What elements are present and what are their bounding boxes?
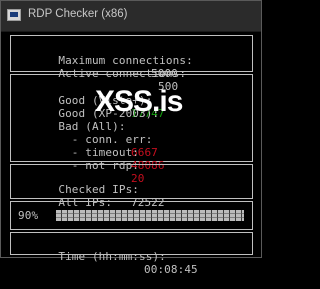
progress-bar <box>56 210 244 221</box>
title-bar[interactable]: RDP Checker (x86) <box>1 1 261 32</box>
progress-panel: 90% <box>10 201 253 230</box>
elapsed-time-value: 00:08:45 <box>144 263 198 276</box>
elapsed-time-row: Time (hh:mm:ss): 00:08:45 <box>18 237 197 289</box>
ip-stats-panel: Checked IPs: 72522 All IPs: 80053 <box>10 164 253 222</box>
xss-watermark: XSS.is <box>95 85 183 118</box>
connections-panel: Maximum connections: 5000 Active connect… <box>10 35 253 93</box>
window-title: RDP Checker (x86) <box>28 8 128 20</box>
progress-percent: 90% <box>18 209 39 222</box>
rdp-checker-window: RDP Checker (x86) Maximum connections: 5… <box>0 0 262 276</box>
time-panel: Time (hh:mm:ss): 00:08:45 <box>10 232 253 276</box>
console-app-icon <box>7 9 21 21</box>
elapsed-time-label: Time (hh:mm:ss): <box>58 250 166 263</box>
